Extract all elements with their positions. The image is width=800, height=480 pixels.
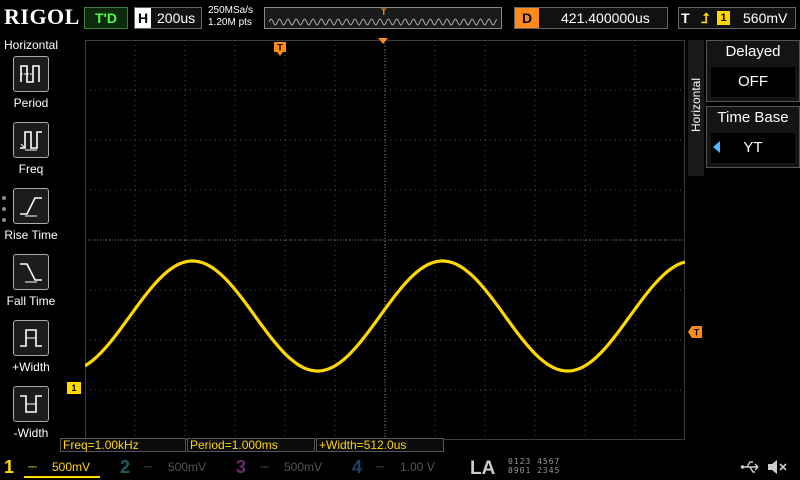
trigger-level-label: T	[694, 328, 700, 338]
trigger-marker-label: T	[277, 43, 283, 53]
speaker-muted-icon[interactable]	[766, 458, 788, 476]
logic-channels-row-1: 0123 4567	[508, 457, 561, 466]
sample-rate: 250MSa/s	[208, 5, 254, 16]
right-horizontal-menu: Horizontal Delayed OFF Time Base YT	[688, 40, 800, 180]
horizontal-label: H	[135, 8, 151, 28]
delayed-label: Delayed	[725, 43, 781, 60]
delay-label: D	[515, 8, 539, 28]
measure-item-label: Rise Time	[4, 228, 58, 242]
timebase-value: 200us	[157, 10, 196, 26]
measure-item-negative-width[interactable]: -Width	[0, 386, 62, 450]
channel-2-button[interactable]: 2 ⎓ 500mV	[116, 454, 228, 480]
period-icon[interactable]	[13, 56, 49, 92]
positive-width-icon[interactable]	[13, 320, 49, 356]
measure-item-label: -Width	[13, 426, 49, 440]
logic-channel-indicator: 0123 4567 8901 2345	[508, 457, 598, 477]
measure-item-label: Fall Time	[6, 294, 56, 308]
channel-4-button[interactable]: 4 ⎓ 1.00 V	[348, 454, 460, 480]
trigger-position-icon: T	[381, 7, 387, 17]
trigger-settings-display[interactable]: T ⮥ 1 560mV	[678, 7, 796, 29]
rising-edge-icon: ⮥	[701, 10, 710, 26]
dc-coupling-icon: ⎓	[376, 461, 385, 473]
measure-item-fall-time[interactable]: Fall Time	[0, 254, 62, 318]
measure-item-freq[interactable]: Freq	[0, 122, 62, 186]
logic-analyzer-button[interactable]: LA	[470, 458, 495, 480]
rigol-logo: RIGOL	[4, 4, 80, 29]
measure-item-period[interactable]: Period	[0, 56, 62, 120]
trigger-level-value: 560mV	[743, 10, 788, 26]
trigger-level-marker[interactable]: T	[688, 326, 702, 338]
channel-number: 1	[4, 457, 15, 477]
trigger-position-marker[interactable]: T	[274, 42, 286, 56]
ch1-offset-marker[interactable]: 1	[67, 382, 81, 394]
delay-value: 421.400000us	[561, 10, 650, 26]
time-base-value: YT	[711, 133, 795, 163]
measure-item-label: Freq	[18, 162, 44, 176]
trigger-status-badge[interactable]: T'D	[84, 7, 128, 29]
memory-overview-trace	[269, 18, 497, 26]
horizontal-timebase-display[interactable]: H 200us	[134, 7, 202, 29]
dc-coupling-icon: ⎓	[260, 461, 269, 473]
measurement-positive-width[interactable]: +Width=512.0us	[316, 438, 444, 452]
channel-number: 2	[120, 457, 131, 477]
left-measure-menu: Horizontal Period Freq Rise Time Fall Ti…	[0, 36, 62, 456]
negative-width-icon[interactable]	[13, 386, 49, 422]
acquisition-info: 250MSa/s 1.20M pts	[208, 5, 253, 29]
delayed-value: OFF	[711, 67, 795, 97]
right-menu-tab: Horizontal	[688, 40, 704, 176]
horizontal-delay-display[interactable]: D 421.400000us	[514, 7, 668, 29]
channel-number: 4	[352, 457, 363, 477]
channel-scale: 500mV	[168, 460, 207, 474]
channel-3-button[interactable]: 3 ⎓ 500mV	[232, 454, 344, 480]
left-menu-title: Horizontal	[3, 38, 59, 52]
trigger-label: T	[681, 10, 690, 26]
active-channel-underline	[24, 476, 100, 478]
channel-1-button[interactable]: 1 ⎓ 500mV	[0, 454, 112, 480]
right-menu-tab-label: Horizontal	[689, 77, 703, 133]
memory-depth: 1.20M pts	[208, 17, 252, 28]
channel-status-bar: 1 ⎓ 500mV 2 ⎓ 500mV 3 ⎓ 500mV 4 ⎓ 1.00 V…	[0, 454, 800, 480]
measure-item-label: Period	[13, 96, 49, 110]
channel-number: 3	[236, 457, 247, 477]
knob-select-arrow-icon	[713, 141, 720, 153]
measure-item-positive-width[interactable]: +Width	[0, 320, 62, 384]
fall-time-icon[interactable]	[13, 254, 49, 290]
time-base-softkey[interactable]: Time Base YT	[706, 106, 800, 168]
memory-overview-bar[interactable]: T	[264, 7, 502, 29]
time-base-label: Time Base	[717, 109, 789, 126]
channel-scale: 1.00 V	[400, 460, 435, 474]
measure-item-label: +Width	[12, 360, 50, 374]
top-status-bar: RIGOL T'D H 200us 250MSa/s 1.20M pts T D…	[0, 0, 800, 36]
delayed-softkey[interactable]: Delayed OFF	[706, 40, 800, 102]
dc-coupling-icon: ⎓	[144, 461, 153, 473]
measurement-period[interactable]: Period=1.000ms	[187, 438, 315, 452]
rise-time-icon[interactable]	[13, 188, 49, 224]
freq-icon[interactable]	[13, 122, 49, 158]
center-marker-icon	[378, 38, 388, 44]
usb-icon	[740, 461, 759, 473]
measurement-freq[interactable]: Freq=1.00kHz	[60, 438, 186, 452]
waveform-grid[interactable]	[85, 40, 685, 440]
measure-item-rise-time[interactable]: Rise Time	[0, 188, 62, 252]
logic-channels-row-2: 8901 2345	[508, 466, 561, 475]
trigger-source-badge: 1	[717, 11, 730, 25]
channel-scale: 500mV	[284, 460, 323, 474]
